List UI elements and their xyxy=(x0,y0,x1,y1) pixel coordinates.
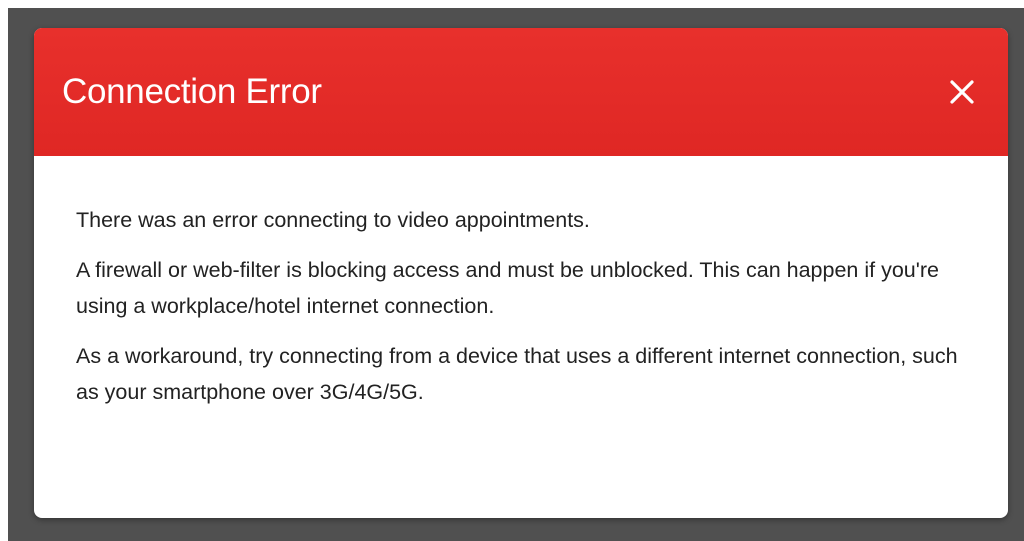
dialog-header: Connection Error xyxy=(34,28,1008,156)
workaround-suggestion: As a workaround, try connecting from a d… xyxy=(76,344,958,404)
error-message: There was an error connecting to video a… xyxy=(76,208,590,232)
close-button[interactable] xyxy=(944,74,980,110)
connection-error-dialog: Connection Error There was an error conn… xyxy=(34,28,1008,518)
dialog-title: Connection Error xyxy=(62,72,322,111)
dialog-body: There was an error connecting to video a… xyxy=(76,202,976,424)
firewall-explanation: A firewall or web-filter is blocking acc… xyxy=(76,258,939,318)
close-icon xyxy=(944,74,980,110)
